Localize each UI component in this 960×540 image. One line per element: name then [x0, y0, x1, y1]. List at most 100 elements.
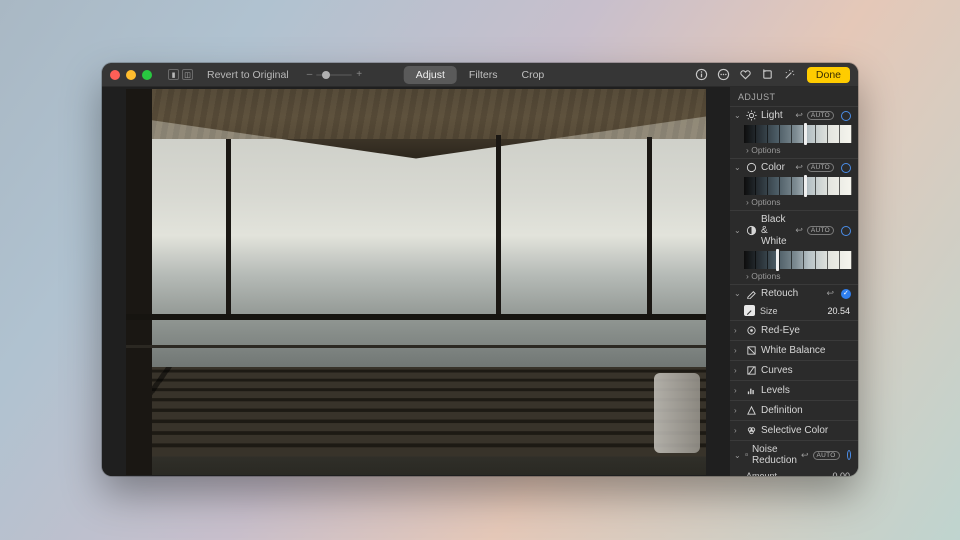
brush-tool-icon[interactable] — [744, 305, 755, 316]
chevron-right-icon: › — [734, 346, 742, 355]
panel-retouch: ⌄ Retouch ↩ Size 20.54 — [730, 284, 858, 320]
done-button[interactable]: Done — [807, 67, 850, 83]
reset-icon[interactable]: ↩ — [795, 110, 803, 121]
auto-button[interactable]: AUTO — [807, 226, 834, 235]
zoom-window-button[interactable] — [142, 70, 152, 80]
ellipsis-icon[interactable] — [717, 68, 730, 81]
favorite-heart-icon[interactable] — [739, 68, 752, 81]
retouch-size-value[interactable]: 20.54 — [827, 306, 850, 316]
noise-amount-label: Amount — [746, 471, 777, 476]
panel-curves-header[interactable]: › Curves — [730, 361, 858, 380]
zoom-slider-knob[interactable] — [322, 71, 330, 79]
panel-light: ⌄ Light ↩ AUTO Options — [730, 106, 858, 158]
panel-red-eye: › Red-Eye — [730, 320, 858, 340]
panel-wb-header[interactable]: › White Balance — [730, 341, 858, 360]
noise-reduction-icon — [745, 450, 748, 461]
view-mode-toggle[interactable]: ▮ ◫ — [168, 69, 193, 80]
noise-amount-value: 0.00 — [832, 471, 850, 476]
toolbar-right: Done — [695, 67, 850, 83]
panel-selective-color: › Selective Color — [730, 420, 858, 440]
panel-curves: › Curves — [730, 360, 858, 380]
light-options-toggle[interactable]: Options — [730, 145, 858, 158]
chevron-down-icon: ⌄ — [734, 226, 742, 235]
zoom-in-button[interactable]: + — [356, 69, 362, 80]
auto-button[interactable]: AUTO — [807, 111, 834, 120]
minimize-window-button[interactable] — [126, 70, 136, 80]
panel-color-header[interactable]: ⌄ Color ↩ AUTO — [730, 159, 858, 176]
close-window-button[interactable] — [110, 70, 120, 80]
panel-curves-label: Curves — [761, 365, 851, 376]
bw-strip-slider[interactable] — [744, 251, 852, 269]
enable-ring[interactable] — [841, 226, 851, 236]
titlebar: ▮ ◫ Revert to Original – + Adjust Filter… — [102, 63, 858, 87]
edit-mode-tabs: Adjust Filters Crop — [404, 66, 557, 84]
panel-bw-header[interactable]: ⌄ Black & White ↩ AUTO — [730, 211, 858, 250]
reset-icon[interactable]: ↩ — [795, 225, 803, 236]
light-strip-slider[interactable] — [744, 125, 852, 143]
info-icon[interactable] — [695, 68, 708, 81]
chevron-right-icon: › — [734, 406, 742, 415]
color-strip-slider[interactable] — [744, 177, 852, 195]
tab-adjust[interactable]: Adjust — [404, 66, 457, 84]
chevron-down-icon: ⌄ — [734, 289, 742, 298]
curves-icon — [746, 365, 757, 376]
color-icon — [746, 162, 757, 173]
photo-canvas[interactable] — [102, 87, 730, 476]
panel-color: ⌄ Color ↩ AUTO Options — [730, 158, 858, 210]
zoom-control[interactable]: – + — [307, 69, 362, 80]
panel-noise-header[interactable]: ⌄ Noise Reduction ↩ AUTO — [730, 441, 858, 469]
retouch-size-row: Size 20.54 — [730, 302, 858, 320]
chevron-down-icon: ⌄ — [734, 163, 742, 172]
chevron-right-icon: › — [734, 386, 742, 395]
tab-crop[interactable]: Crop — [510, 66, 557, 84]
panel-light-header[interactable]: ⌄ Light ↩ AUTO — [730, 107, 858, 124]
chevron-down-icon: ⌄ — [734, 111, 742, 120]
selective-color-icon — [746, 425, 757, 436]
panel-levels-header[interactable]: › Levels — [730, 381, 858, 400]
chevron-down-icon: ⌄ — [734, 451, 741, 460]
reset-icon[interactable]: ↩ — [795, 162, 803, 173]
panel-red-eye-label: Red-Eye — [761, 325, 851, 336]
panel-wb-label: White Balance — [761, 345, 851, 356]
panel-color-label: Color — [761, 162, 791, 173]
panel-definition-label: Definition — [761, 405, 851, 416]
panel-selcolor-label: Selective Color — [761, 425, 851, 436]
sidebar-header: ADJUST — [730, 87, 858, 106]
panel-white-balance: › White Balance — [730, 340, 858, 360]
color-options-toggle[interactable]: Options — [730, 197, 858, 210]
photo — [126, 89, 706, 475]
window-controls — [110, 70, 152, 80]
magic-enhance-icon[interactable] — [783, 68, 796, 81]
panel-selcolor-header[interactable]: › Selective Color — [730, 421, 858, 440]
noise-amount-row[interactable]: Amount 0.00 — [730, 469, 858, 476]
auto-button[interactable]: AUTO — [807, 163, 834, 172]
bw-options-toggle[interactable]: Options — [730, 271, 858, 284]
zoom-slider-track[interactable] — [316, 74, 352, 76]
reset-icon[interactable]: ↩ — [801, 450, 809, 461]
panel-noise-label: Noise Reduction — [752, 444, 797, 466]
levels-icon — [746, 385, 757, 396]
zoom-out-button[interactable]: – — [307, 69, 313, 80]
tab-filters[interactable]: Filters — [457, 66, 510, 84]
editor-window: ▮ ◫ Revert to Original – + Adjust Filter… — [102, 63, 858, 476]
split-view-icon: ◫ — [182, 69, 193, 80]
panel-definition-header[interactable]: › Definition — [730, 401, 858, 420]
enable-ring[interactable] — [847, 450, 851, 460]
black-white-icon — [746, 225, 757, 236]
panel-retouch-header[interactable]: ⌄ Retouch ↩ — [730, 285, 858, 302]
white-balance-icon — [746, 345, 757, 356]
panel-red-eye-header[interactable]: › Red-Eye — [730, 321, 858, 340]
enable-ring[interactable] — [841, 111, 851, 121]
enable-ring[interactable] — [841, 163, 851, 173]
panel-black-white: ⌄ Black & White ↩ AUTO Options — [730, 210, 858, 284]
retouch-size-label: Size — [760, 306, 822, 316]
panel-noise-reduction: ⌄ Noise Reduction ↩ AUTO Amount 0.00 — [730, 440, 858, 476]
auto-button[interactable]: AUTO — [813, 451, 840, 460]
revert-to-original-button[interactable]: Revert to Original — [207, 69, 289, 81]
panel-levels: › Levels — [730, 380, 858, 400]
reset-icon[interactable]: ↩ — [826, 288, 834, 299]
rotate-icon[interactable] — [761, 68, 774, 81]
enable-ring-active[interactable] — [841, 289, 851, 299]
panel-retouch-label: Retouch — [761, 288, 822, 299]
light-icon — [746, 110, 757, 121]
